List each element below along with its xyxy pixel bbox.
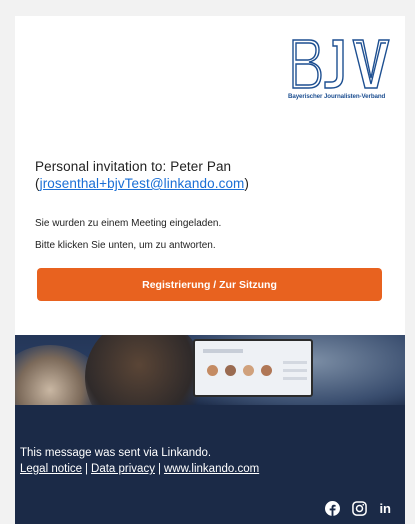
hero-image (15, 335, 405, 405)
invitation-title: Personal invitation to: Peter Pan (35, 159, 232, 174)
register-button[interactable]: Registrierung / Zur Sitzung (37, 268, 382, 301)
legal-notice-link[interactable]: Legal notice (20, 463, 82, 475)
meeting-invited-text: Sie wurden zu einem Meeting eingeladen. (35, 218, 222, 229)
data-privacy-link[interactable]: Data privacy (91, 463, 155, 475)
social-links: in (325, 501, 391, 516)
invitation-block: Personal invitation to: Peter Pan (jrose… (35, 158, 387, 192)
laptop-screen-image (193, 339, 313, 397)
instagram-icon[interactable] (352, 501, 368, 516)
facebook-icon[interactable] (325, 501, 341, 516)
footer-links: Legal notice | Data privacy | www.linkando.c… (20, 462, 259, 477)
sent-via-text: This message was sent via Linkando. (20, 447, 212, 459)
linkedin-icon[interactable]: in (379, 501, 391, 516)
click-below-text: Bitte klicken Sie unten, um zu antworten… (35, 240, 216, 251)
footer: This message was sent via Linkando. Lega… (15, 335, 405, 524)
link-separator: | (157, 463, 161, 475)
linkando-website-link[interactable]: www.linkando.com (164, 463, 259, 475)
bjv-logo: Bayerischer Journalisten-Verband (288, 38, 394, 110)
email-card: Bayerischer Journalisten-Verband Persona… (15, 16, 405, 524)
email-paren-close: ) (244, 176, 250, 191)
logo-subtitle: Bayerischer Journalisten-Verband (288, 93, 386, 100)
invitation-email-line: (jrosenthal+bjvTest@linkando.com) (35, 175, 387, 192)
bjv-logo-mark (292, 39, 390, 89)
link-separator: | (85, 463, 89, 475)
invitation-email-link[interactable]: jrosenthal+bjvTest@linkando.com (40, 176, 245, 191)
